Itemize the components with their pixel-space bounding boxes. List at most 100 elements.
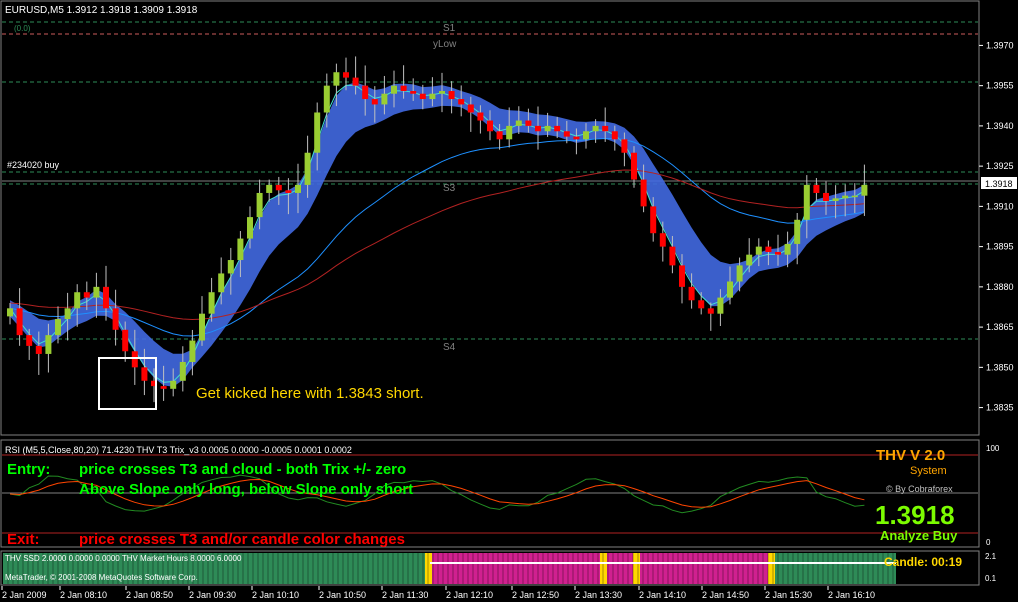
candle-bear [775,251,781,255]
candle-bear [813,184,820,193]
candle-bear [669,246,676,266]
candle-bear [688,286,695,301]
time-tick-label: 2 Jan 08:10 [60,590,107,600]
time-tick-label: 2 Jan 16:10 [828,590,875,600]
ssd-header: THV SSD 2.0000 0.0000 0.0000 THV Market … [5,554,242,563]
candle-bull [592,125,599,132]
ssd-bar-segment [432,553,600,584]
entry-label: Entry: [7,461,50,478]
candle-bull [842,195,849,199]
candle-bear [285,190,292,193]
candle-bear [621,139,628,153]
candle-bull [727,281,733,298]
candle-bull [199,313,205,341]
time-tick-label: 2 Jan 12:50 [512,590,559,600]
candle-bear [141,367,148,381]
cloud-band [10,82,865,387]
ssd-scale-bottom: 0.1 [985,574,997,583]
candle-bear [371,99,378,105]
time-tick-label: 2 Jan 09:30 [189,590,236,600]
cloud-layer [10,82,865,387]
time-tick-label: 2 Jan 08:50 [126,590,173,600]
price-tick-label: 1.3940 [986,121,1014,131]
candle-bull [208,292,215,314]
candle-bull [544,125,551,132]
time-tick-label: 2 Jan 13:30 [575,590,622,600]
candle-bear [467,104,474,113]
level-label-ylow: yLow [433,39,457,50]
candle-bull [179,361,186,381]
candle-bear [650,206,657,234]
candle-bear [419,93,426,100]
candle-bull [506,125,513,140]
candle-bull [755,246,762,255]
candle-bear [698,300,705,309]
big-price: 1.3918 [875,500,955,530]
mini-label: (0.0) [14,24,31,33]
ssd-bar-segment [633,553,640,584]
candle-bear [611,131,618,140]
candle-bear [487,120,493,132]
candle-bull [583,131,589,140]
current-price-label: 1.3918 [985,179,1013,189]
candle-bear [103,286,109,309]
candle-bull [851,195,858,198]
candle-bull [746,254,753,266]
exit-line: price crosses T3 and/or candle color cha… [79,531,405,548]
entry-line-2: Above Slope only long, below Slope only … [79,481,413,498]
candle-bull [189,340,196,362]
candle-bull [314,112,321,153]
candle-bull [391,85,397,94]
candle-bull [784,243,791,255]
candle-bull [74,292,81,309]
candle-bull [45,335,52,354]
candle-bull [218,273,225,293]
rsi-header: RSI (M5,5,Close,80,20) 71.4230 THV T3 Tr… [5,445,352,455]
candle-bear [352,77,359,86]
candle-bear [477,112,484,121]
price-tick-label: 1.3835 [986,403,1014,413]
candle-bull [717,297,724,314]
candle-bear [765,246,772,252]
candle-bear [275,184,282,191]
ssd-bar-segment [640,553,768,584]
candle-bear [112,308,119,330]
candle-bull [323,85,330,113]
candle-bull [736,265,743,282]
candle-bear [343,72,349,78]
candle-bear [122,329,129,352]
rsi-scale-bottom: 0 [986,538,991,547]
candle-bear [400,85,407,92]
candle-bear [823,192,829,202]
candle-bull [304,152,311,185]
level-label-s1: S1 [443,23,456,34]
candle-bull [794,219,801,244]
candle-bear [525,120,532,126]
candle-bull [429,93,436,100]
ssd-bar-segment [768,553,775,584]
candle-bear [35,345,42,354]
annotation-text: Get kicked here with 1.3843 short. [196,385,424,402]
candle-timer: Candle: 00:19 [884,555,962,569]
price-tick-label: 1.3925 [986,161,1014,171]
candle-bull [333,72,340,86]
candle-bear [707,308,714,314]
window-title: EURUSD,M5 1.3912 1.3918 1.3909 1.3918 [5,5,198,16]
time-tick-label: 2 Jan 2009 [2,590,47,600]
candle-bull [256,192,263,218]
candle-bear [602,125,609,132]
candle-bear [679,265,685,287]
candle-bull [515,120,522,126]
candle-bull [64,308,71,320]
chart-canvas: EURUSD,M5 1.3912 1.3918 1.3909 1.3918 (0… [0,0,1017,600]
ssd-footer: MetaTrader, © 2001-2008 MetaQuotes Softw… [5,573,198,582]
time-tick-label: 2 Jan 14:50 [702,590,749,600]
slope-line [9,137,865,337]
time-tick-label: 2 Jan 10:50 [319,590,366,600]
signal-label: Analyze Buy [880,528,958,543]
ssd-scale-top: 2.1 [985,552,997,561]
level-label-s4: S4 [443,342,456,353]
candle-bull [247,217,253,239]
system-title: THV V 2.0 [876,447,945,464]
candle-bull [170,380,177,389]
